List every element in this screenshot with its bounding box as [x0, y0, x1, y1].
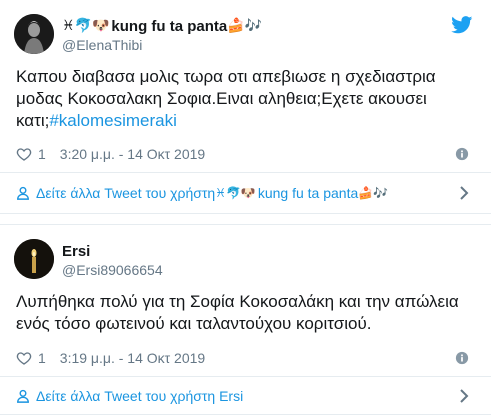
divider	[0, 172, 491, 173]
tweet-card-ersi: Ersi @Ersi89066654 Λυπήθηκα πολύ για τη …	[0, 224, 491, 415]
display-name: kung fu ta panta	[111, 17, 228, 35]
user-handle[interactable]: @ElenaThibi	[62, 37, 142, 53]
timestamp[interactable]: 3:20 μ.μ. - 14 Οκτ 2019	[60, 146, 205, 162]
chevron-right-icon[interactable]	[459, 389, 469, 403]
display-name: Ersi	[62, 242, 91, 260]
display-name-row[interactable]: Ersi	[62, 241, 90, 261]
heart-icon[interactable]	[16, 350, 32, 366]
more-tweets-emoji-before: ♓🐬🐶	[215, 186, 256, 200]
more-tweets-emoji-after: 🍰🎶	[358, 186, 389, 200]
tweet-meta: 1 3:20 μ.μ. - 14 Οκτ 2019	[16, 145, 205, 163]
tweet-card-elenathibi: ♓🐬🐶 kung fu ta panta 🍰🎶 @ElenaThibi Καπο…	[0, 0, 491, 214]
more-tweets-label: Δείτε άλλα Tweet του χρήστη Ersi	[36, 388, 244, 404]
avatar-elenathibi[interactable]	[14, 14, 54, 54]
more-tweets-link[interactable]: Δείτε άλλα Tweet του χρήστη Ersi	[16, 386, 243, 406]
tweet-text: Λυπήθηκα πολύ για τη Σοφία Κοκοσαλάκη κα…	[16, 292, 459, 333]
display-name-emoji-prefix: ♓🐬🐶	[62, 18, 110, 34]
heart-icon[interactable]	[16, 146, 32, 162]
hashtag-link[interactable]: #kalomesimeraki	[49, 111, 177, 130]
more-tweets-link[interactable]: Δείτε άλλα Tweet του χρήστη ♓🐬🐶 kung fu …	[16, 183, 390, 203]
user-icon	[17, 389, 29, 403]
twitter-bird-icon[interactable]	[451, 16, 473, 34]
info-icon[interactable]	[455, 351, 469, 365]
display-name-emoji-suffix: 🍰🎶	[227, 18, 263, 34]
tweet-meta: 1 3:19 μ.μ. - 14 Οκτ 2019	[16, 349, 205, 367]
timestamp[interactable]: 3:19 μ.μ. - 14 Οκτ 2019	[60, 350, 205, 366]
like-count: 1	[38, 146, 46, 162]
avatar-ersi[interactable]	[14, 239, 54, 279]
divider	[0, 376, 491, 377]
more-tweets-prefix: Δείτε άλλα Tweet του χρήστη	[36, 185, 216, 201]
display-name-row[interactable]: ♓🐬🐶 kung fu ta panta 🍰🎶	[62, 16, 264, 36]
chevron-right-icon[interactable]	[459, 186, 469, 200]
more-tweets-name: kung fu ta panta	[257, 185, 359, 201]
tweet-text: Καπου διαβασα μολις τωρα οτι απεβιωσε η …	[16, 66, 476, 132]
like-count: 1	[38, 350, 46, 366]
user-handle[interactable]: @Ersi89066654	[62, 262, 163, 278]
user-icon	[17, 186, 29, 200]
tweet-gap	[0, 214, 491, 224]
info-icon[interactable]	[455, 147, 469, 161]
